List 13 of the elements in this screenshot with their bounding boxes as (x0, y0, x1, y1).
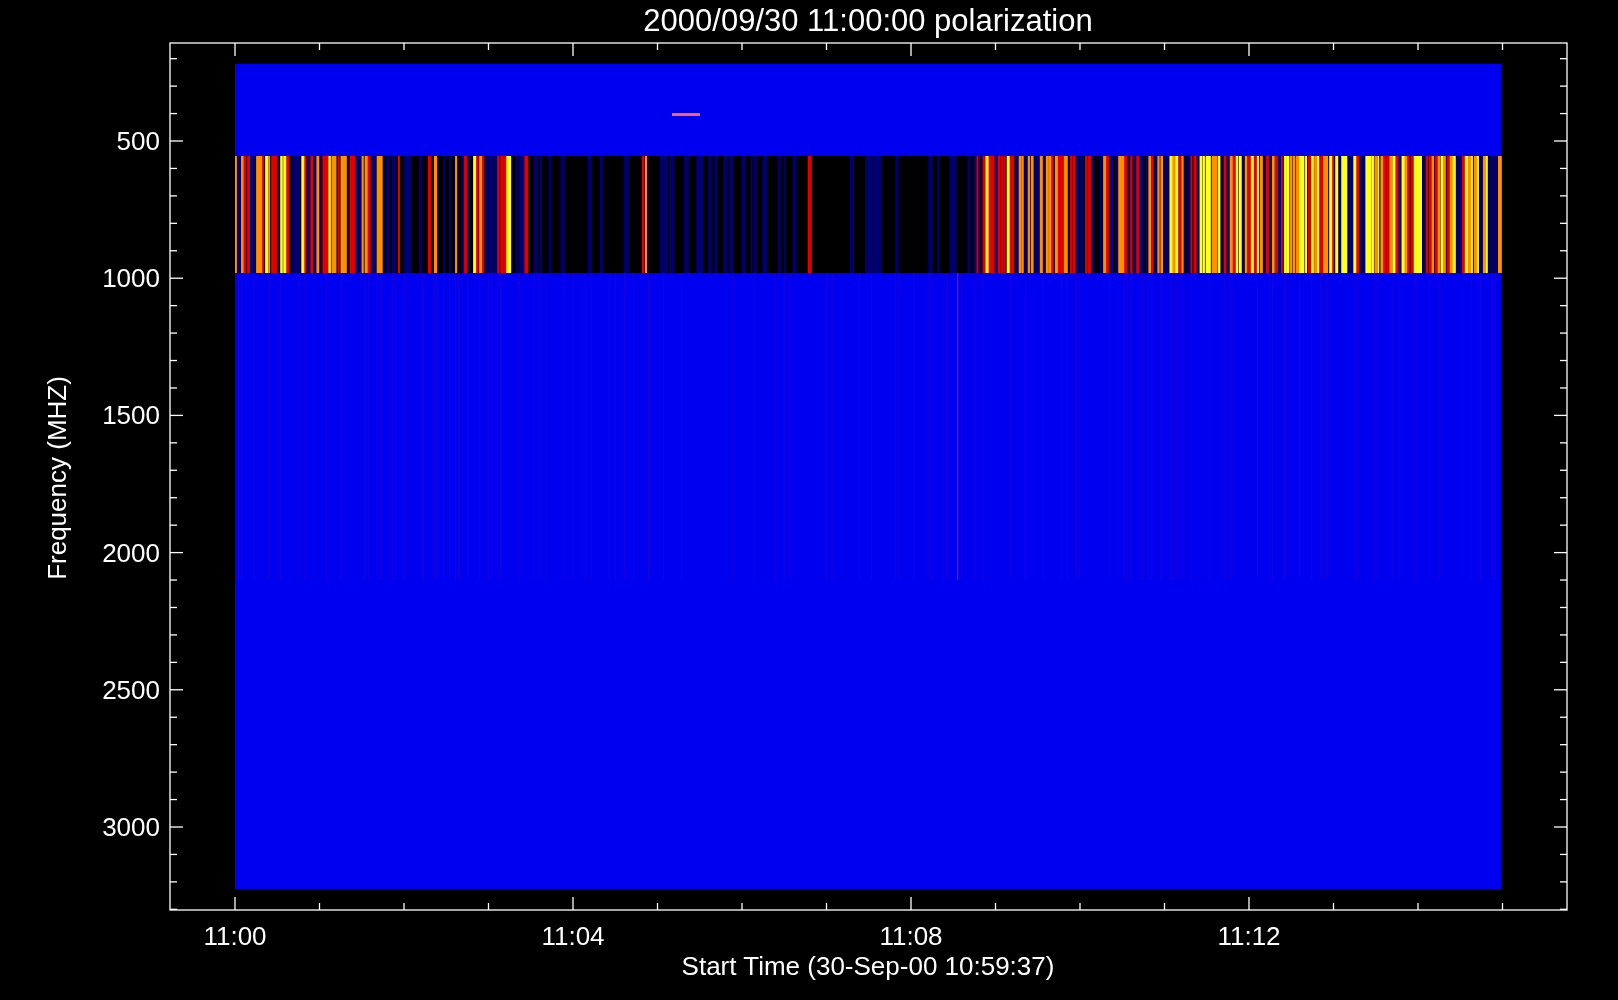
tick-label: 500 (116, 126, 160, 156)
tick-label: 3000 (102, 812, 160, 842)
tick-label: 1000 (102, 263, 160, 294)
chart-title: 2000/09/30 11:00:00 polarization (643, 3, 1093, 38)
tick-label: 1500 (102, 400, 160, 431)
x-axis-title: Start Time (30-Sep-00 10:59:37) (681, 951, 1055, 981)
tick-label: 11:04 (541, 921, 605, 951)
tick-label: 2000 (102, 537, 160, 568)
tick-label: 2500 (102, 674, 160, 705)
y-axis-title: Frequency (MHZ) (42, 376, 72, 580)
tick-label: 11:00 (203, 921, 267, 951)
tick-label: 11:08 (879, 921, 943, 951)
tick-label: 11:12 (1217, 921, 1281, 951)
